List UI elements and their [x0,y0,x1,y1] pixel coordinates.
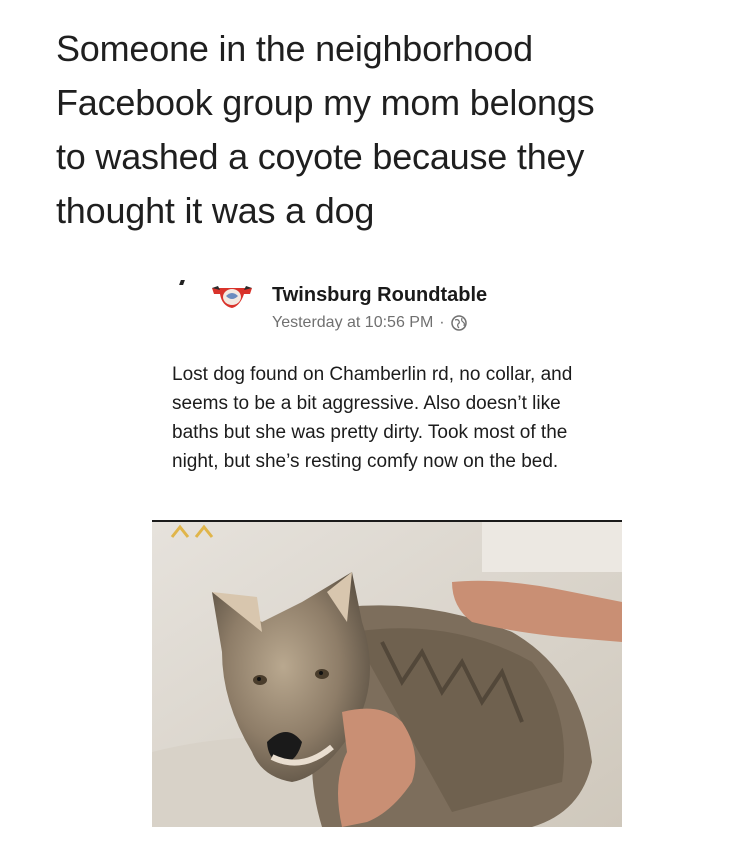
caption-line: Facebook group my mom belongs [56,82,595,123]
caption-line: thought it was a dog [56,190,375,231]
stray-mark [179,280,185,285]
post-header: Twinsburg Roundtable Yesterday at 10:56 … [210,284,630,344]
caption-line: to washed a coyote because they [56,136,585,177]
group-avatar-icon[interactable] [210,284,254,312]
meta-separator: · [439,314,445,331]
meme-caption: Someone in the neighborhood Facebook gro… [56,22,716,238]
coyote-photo [152,522,622,827]
post-timestamp[interactable]: Yesterday at 10:56 PM [272,314,433,332]
post-photo[interactable] [152,520,622,827]
post-body: Lost dog found on Chamberlin rd, no coll… [172,364,573,472]
caption-line: Someone in the neighborhood [56,28,533,69]
group-name-link[interactable]: Twinsburg Roundtable [272,284,487,307]
post-meta: Yesterday at 10:56 PM · [272,314,467,332]
globe-icon[interactable] [450,315,467,331]
